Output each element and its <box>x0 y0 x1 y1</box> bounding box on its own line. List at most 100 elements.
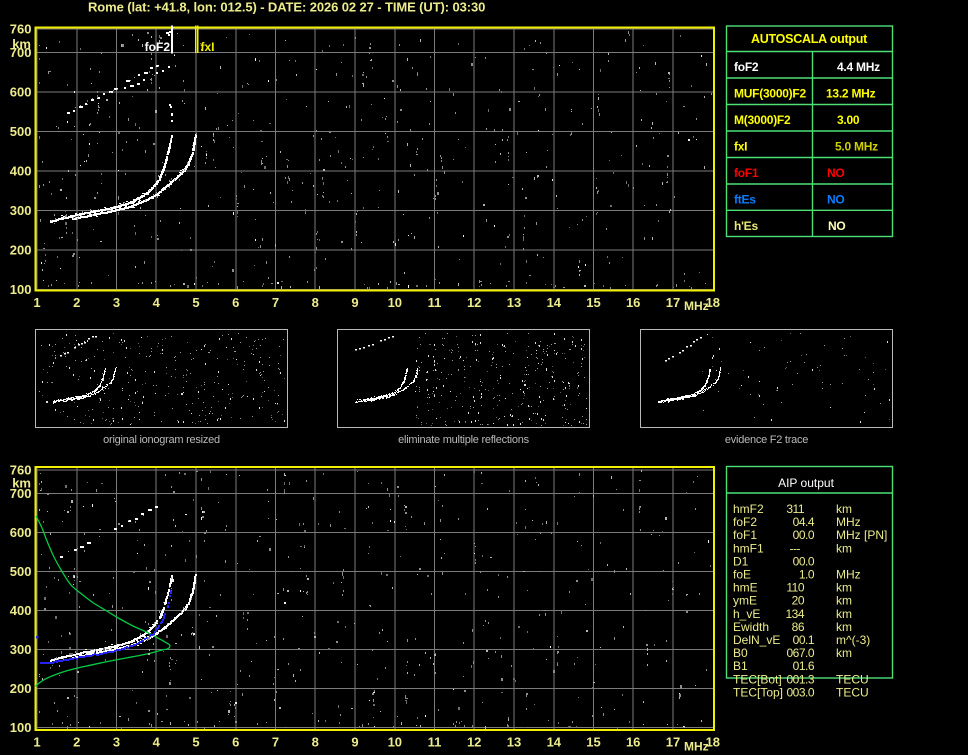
svg-text:14: 14 <box>547 735 562 750</box>
svg-text:15: 15 <box>586 735 600 750</box>
svg-text:AIP output: AIP output <box>778 476 834 490</box>
svg-text:9: 9 <box>351 295 358 310</box>
svg-text:11: 11 <box>428 735 442 750</box>
svg-text:200: 200 <box>10 243 32 258</box>
svg-text:km: km <box>836 541 852 555</box>
svg-text:10: 10 <box>388 735 402 750</box>
svg-text:3: 3 <box>113 295 120 310</box>
svg-text:7: 7 <box>272 295 279 310</box>
svg-text:00.0: 00.0 <box>793 554 815 568</box>
svg-text:86: 86 <box>792 620 805 634</box>
svg-text:600: 600 <box>10 85 32 100</box>
svg-text:01.6: 01.6 <box>793 659 815 673</box>
svg-text:100: 100 <box>10 282 32 297</box>
svg-text:h'Es: h'Es <box>734 219 758 233</box>
svg-text:fxI: fxI <box>201 40 215 54</box>
svg-text:1: 1 <box>33 735 40 750</box>
svg-text:2: 2 <box>73 735 80 750</box>
svg-text:13: 13 <box>507 295 521 310</box>
svg-text:300: 300 <box>10 642 32 657</box>
svg-text:003.0: 003.0 <box>786 685 814 699</box>
svg-text:hmE: hmE <box>733 581 758 595</box>
svg-text:km: km <box>836 620 852 634</box>
svg-text:12: 12 <box>467 735 481 750</box>
svg-text:1.0: 1.0 <box>799 568 815 582</box>
svg-text:km: km <box>12 476 31 491</box>
svg-text:2: 2 <box>73 295 80 310</box>
svg-text:MHz: MHz <box>836 515 861 529</box>
svg-text:300: 300 <box>10 203 32 218</box>
svg-text:DelN_vE: DelN_vE <box>733 633 780 647</box>
svg-text:067.0: 067.0 <box>786 646 814 660</box>
svg-text:TEC[Top]: TEC[Top] <box>733 685 783 699</box>
svg-text:16: 16 <box>626 735 640 750</box>
svg-text:3.00: 3.00 <box>837 113 860 127</box>
svg-text:134: 134 <box>785 607 804 621</box>
svg-text:Rome (lat: +41.8, lon: 012.5): Rome (lat: +41.8, lon: 012.5) - DATE: 20… <box>88 0 485 15</box>
svg-text:4.4 MHz: 4.4 MHz <box>837 60 880 74</box>
svg-text:TECU: TECU <box>836 672 869 686</box>
svg-text:hmF1: hmF1 <box>733 541 764 555</box>
svg-text:7: 7 <box>272 735 279 750</box>
svg-text:17: 17 <box>666 295 680 310</box>
svg-text:3: 3 <box>113 735 120 750</box>
svg-text:km: km <box>836 502 852 516</box>
svg-text:5.0 MHz: 5.0 MHz <box>835 140 878 154</box>
svg-text:original ionogram resized: original ionogram resized <box>103 434 220 446</box>
svg-text:13.2 MHz: 13.2 MHz <box>826 87 876 101</box>
svg-text:20: 20 <box>792 594 805 608</box>
svg-text:6: 6 <box>232 735 239 750</box>
svg-text:9: 9 <box>351 735 358 750</box>
svg-text:TECU: TECU <box>836 685 869 699</box>
svg-text:11: 11 <box>428 295 442 310</box>
svg-text:B0: B0 <box>733 646 748 660</box>
svg-text:M(3000)F2: M(3000)F2 <box>734 113 791 127</box>
svg-text:311: 311 <box>786 502 804 516</box>
svg-text:foF2: foF2 <box>733 515 757 529</box>
svg-text:04.4: 04.4 <box>793 515 815 529</box>
svg-text:8: 8 <box>312 735 319 750</box>
svg-text:eliminate multiple reflections: eliminate multiple reflections <box>398 434 529 446</box>
svg-text:D1: D1 <box>733 554 749 568</box>
svg-text:km: km <box>836 607 852 621</box>
svg-text:MHz: MHz <box>684 740 709 754</box>
svg-text:foF2: foF2 <box>145 40 171 54</box>
svg-text:6: 6 <box>232 295 239 310</box>
svg-text:500: 500 <box>10 124 32 139</box>
svg-text:4: 4 <box>153 295 161 310</box>
svg-text:MHz: MHz <box>836 568 861 582</box>
svg-text:16: 16 <box>626 295 640 310</box>
svg-text:12: 12 <box>467 295 481 310</box>
svg-text:14: 14 <box>547 295 562 310</box>
svg-text:110: 110 <box>786 581 804 595</box>
svg-text:MHz: MHz <box>684 299 709 313</box>
svg-text:ymE: ymE <box>733 594 757 608</box>
svg-text:200: 200 <box>10 681 32 696</box>
svg-text:foF2: foF2 <box>734 60 759 74</box>
svg-text:4: 4 <box>153 735 161 750</box>
svg-text:---: --- <box>790 541 801 555</box>
svg-text:13: 13 <box>507 735 521 750</box>
svg-text:001.3: 001.3 <box>786 672 814 686</box>
svg-text:NO: NO <box>827 166 845 180</box>
svg-text:ftEs: ftEs <box>734 193 756 207</box>
svg-text:fxI: fxI <box>734 140 747 154</box>
svg-text:foF1: foF1 <box>734 166 759 180</box>
svg-text:10: 10 <box>388 295 402 310</box>
svg-text:600: 600 <box>10 525 32 540</box>
svg-text:400: 400 <box>10 603 32 618</box>
svg-text:MUF(3000)F2: MUF(3000)F2 <box>734 87 807 101</box>
svg-text:5: 5 <box>192 295 199 310</box>
svg-text:00.0: 00.0 <box>793 528 815 542</box>
svg-text:km: km <box>836 581 852 595</box>
svg-text:NO: NO <box>828 219 846 233</box>
svg-text:hmF2: hmF2 <box>733 502 764 516</box>
svg-text:17: 17 <box>666 735 680 750</box>
svg-text:B1: B1 <box>733 659 748 673</box>
svg-text:Ewidth: Ewidth <box>733 620 769 634</box>
svg-text:foE: foE <box>733 568 751 582</box>
svg-text:1: 1 <box>33 295 40 310</box>
svg-text:500: 500 <box>10 564 32 579</box>
svg-text:760: 760 <box>10 22 32 37</box>
svg-text:km: km <box>836 594 852 608</box>
